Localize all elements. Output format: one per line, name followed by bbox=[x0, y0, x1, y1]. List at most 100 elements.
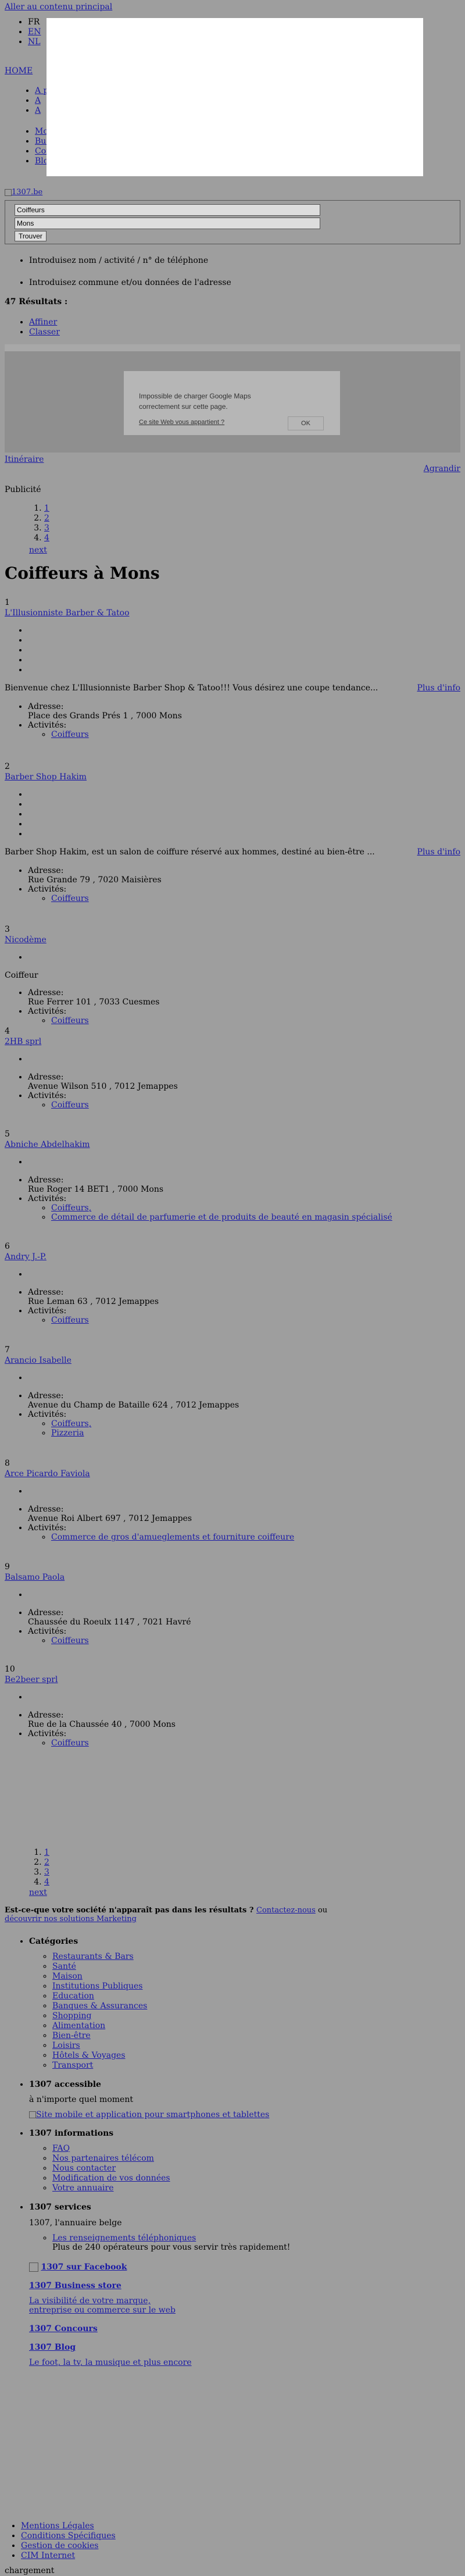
more-info-link[interactable]: Plus d'info bbox=[417, 847, 460, 857]
address-label: Adresse: bbox=[28, 1391, 64, 1401]
refine-link[interactable]: Affiner bbox=[29, 318, 57, 327]
listing-title-link[interactable]: Arce Picardo Faviola bbox=[5, 1469, 460, 1478]
footer-accessible-title: 1307 accessible bbox=[29, 2080, 101, 2090]
activity-link[interactable]: Coiffeurs bbox=[51, 894, 89, 903]
footer: Catégories Restaurants & Bars Santé Mais… bbox=[29, 1937, 436, 2377]
activity-link[interactable]: Coiffeurs bbox=[51, 1738, 89, 1748]
blog-link[interactable]: 1307 Blog bbox=[29, 2343, 76, 2352]
activity-link[interactable]: Coiffeurs, bbox=[51, 1203, 91, 1213]
page-2-link[interactable]: 2 bbox=[44, 1858, 49, 1867]
activity-link[interactable]: Coiffeurs bbox=[51, 1316, 89, 1325]
nav-top-item-3[interactable]: A bbox=[35, 106, 41, 115]
contact-link[interactable]: Contactez-nous bbox=[256, 1906, 316, 1915]
search-button[interactable]: Trouver bbox=[15, 231, 46, 241]
cookies-link[interactable]: Gestion de cookies bbox=[21, 2541, 98, 2550]
page-4-link[interactable]: 4 bbox=[44, 1877, 49, 1887]
logo-link[interactable]: 1307.be bbox=[5, 188, 42, 197]
listing-address: Chaussée du Roeulx 1147 , 7021 Havré bbox=[28, 1617, 191, 1627]
next-page-link[interactable]: next bbox=[29, 546, 47, 555]
map-ok-button[interactable]: OK bbox=[288, 416, 324, 430]
category-link[interactable]: Restaurants & Bars bbox=[52, 1952, 134, 1961]
listing-number: 8 bbox=[5, 1459, 10, 1468]
listing-title-link[interactable]: Arancio Isabelle bbox=[5, 1356, 460, 1365]
category-link[interactable]: Alimentation bbox=[52, 2021, 105, 2030]
more-info-link[interactable]: Plus d'info bbox=[417, 683, 460, 693]
listing-title-link[interactable]: Nicodème bbox=[5, 935, 460, 945]
category-list: Restaurants & Bars Santé Maison Institut… bbox=[29, 1952, 436, 2071]
listing-title-link[interactable]: Barber Shop Hakim bbox=[5, 772, 460, 782]
listing-title-link[interactable]: Balsamo Paola bbox=[5, 1573, 460, 1582]
cim-link[interactable]: CIM Internet bbox=[21, 2551, 75, 2560]
address-label: Adresse: bbox=[28, 1711, 64, 1720]
activity-link[interactable]: Pizzeria bbox=[51, 1428, 84, 1438]
concours-link[interactable]: 1307 Concours bbox=[29, 2324, 98, 2333]
activity-link[interactable]: Coiffeurs bbox=[51, 730, 89, 739]
phone-info-link[interactable]: Les renseignements téléphoniques bbox=[52, 2233, 196, 2243]
rating-stars bbox=[5, 1693, 460, 1702]
listing-title-link[interactable]: Andry J.-P. bbox=[5, 1252, 460, 1262]
activity-link[interactable]: Coiffeurs bbox=[51, 1636, 89, 1645]
enlarge-map-link[interactable]: Agrandir bbox=[424, 464, 460, 473]
refine-options: Affiner Classer bbox=[29, 318, 60, 337]
category-link[interactable]: Santé bbox=[52, 1962, 76, 1971]
listing-title-link[interactable]: L'Illusionniste Barber & Tatoo bbox=[5, 608, 460, 618]
category-link[interactable]: Banques & Assurances bbox=[52, 2001, 147, 2011]
next-page-link[interactable]: next bbox=[29, 1888, 47, 1897]
footer-categories-title: Catégories bbox=[29, 1937, 78, 1946]
category-link[interactable]: Maison bbox=[52, 1972, 83, 1981]
marketing-link[interactable]: découvrir nos solutions Marketing bbox=[5, 1915, 137, 1923]
nav-top-item-2[interactable]: A bbox=[35, 96, 41, 105]
facebook-link[interactable]: 1307 sur Facebook bbox=[41, 2263, 127, 2272]
address-label: Adresse: bbox=[28, 866, 64, 876]
legal-link[interactable]: Mentions Légales bbox=[21, 2521, 94, 2531]
activities-label: Activités: bbox=[28, 1091, 67, 1101]
contact-us-link[interactable]: Nous contacter bbox=[52, 2164, 116, 2173]
business-store-link[interactable]: 1307 Business store bbox=[29, 2281, 121, 2290]
blog-text-link[interactable]: Le foot, la tv, la musique et plus encor… bbox=[29, 2358, 192, 2367]
listing-title-link[interactable]: Be2beer sprl bbox=[5, 1675, 460, 1684]
category-link[interactable]: Education bbox=[52, 1991, 94, 2001]
activity-link[interactable]: Coiffeurs, bbox=[51, 1419, 91, 1428]
activities-label: Activités: bbox=[28, 885, 67, 895]
category-link[interactable]: Transport bbox=[52, 2061, 93, 2070]
listing-address: Rue Ferrer 101 , 7033 Cuesmes bbox=[28, 997, 160, 1007]
directory-link[interactable]: Votre annuaire bbox=[52, 2183, 114, 2193]
listing-item: 8 Arce Picardo Faviola Adresse:Avenue Ro… bbox=[5, 1459, 460, 1542]
category-link[interactable]: Hôtels & Voyages bbox=[52, 2051, 126, 2060]
skip-link[interactable]: Aller au contenu principal bbox=[5, 2, 460, 12]
itinerary-link[interactable]: Itinéraire bbox=[5, 455, 44, 464]
lang-en-link[interactable]: EN bbox=[28, 27, 41, 37]
activity-link[interactable]: Coiffeurs bbox=[51, 1100, 89, 1110]
services-sub: Plus de 240 opérateurs pour vous servir … bbox=[52, 2242, 291, 2252]
search-what-input[interactable] bbox=[15, 204, 320, 216]
lang-nl-link[interactable]: NL bbox=[28, 37, 41, 47]
pagination-bottom: 1 2 3 4 bbox=[29, 1848, 49, 1887]
category-link[interactable]: Institutions Publiques bbox=[52, 1982, 142, 1991]
activity-link[interactable]: Commerce de gros d'amueglements et fourn… bbox=[51, 1533, 294, 1542]
map-container[interactable]: Impossible de charger Google Maps correc… bbox=[5, 344, 460, 453]
page-4-link[interactable]: 4 bbox=[44, 533, 49, 543]
page-2-link[interactable]: 2 bbox=[44, 514, 49, 523]
activity-link[interactable]: Coiffeurs bbox=[51, 1016, 89, 1025]
sort-link[interactable]: Classer bbox=[29, 327, 60, 337]
category-link[interactable]: Loisirs bbox=[52, 2041, 80, 2050]
category-link[interactable]: Bien-être bbox=[52, 2031, 91, 2040]
partners-link[interactable]: Nos partenaires télécom bbox=[52, 2154, 154, 2163]
page-1-link[interactable]: 1 bbox=[44, 504, 49, 513]
listing-title-link[interactable]: 2HB sprl bbox=[5, 1037, 460, 1046]
listing-title-link[interactable]: Abniche Abdelhakim bbox=[5, 1140, 460, 1149]
business-text-link[interactable]: La visibilité de votre marque, entrepris… bbox=[29, 2296, 176, 2315]
edit-data-link[interactable]: Modification de vos données bbox=[52, 2174, 170, 2183]
faq-link[interactable]: FAQ bbox=[52, 2144, 70, 2153]
activity-link[interactable]: Commerce de détail de parfumerie et de p… bbox=[51, 1213, 392, 1222]
page-3-link[interactable]: 3 bbox=[44, 523, 49, 533]
search-where-input[interactable] bbox=[15, 218, 320, 229]
conditions-link[interactable]: Conditions Spécifiques bbox=[21, 2531, 116, 2541]
category-link[interactable]: Shopping bbox=[52, 2011, 91, 2021]
page-1-link[interactable]: 1 bbox=[44, 1848, 49, 1857]
rating-stars bbox=[5, 1590, 460, 1600]
mobile-app-link[interactable]: Site mobile et application pour smartpho… bbox=[29, 2110, 269, 2119]
map-why-link[interactable]: Ce site Web vous appartient ? bbox=[139, 419, 224, 426]
page-3-link[interactable]: 3 bbox=[44, 1868, 49, 1877]
home-link[interactable]: HOME bbox=[5, 66, 33, 76]
